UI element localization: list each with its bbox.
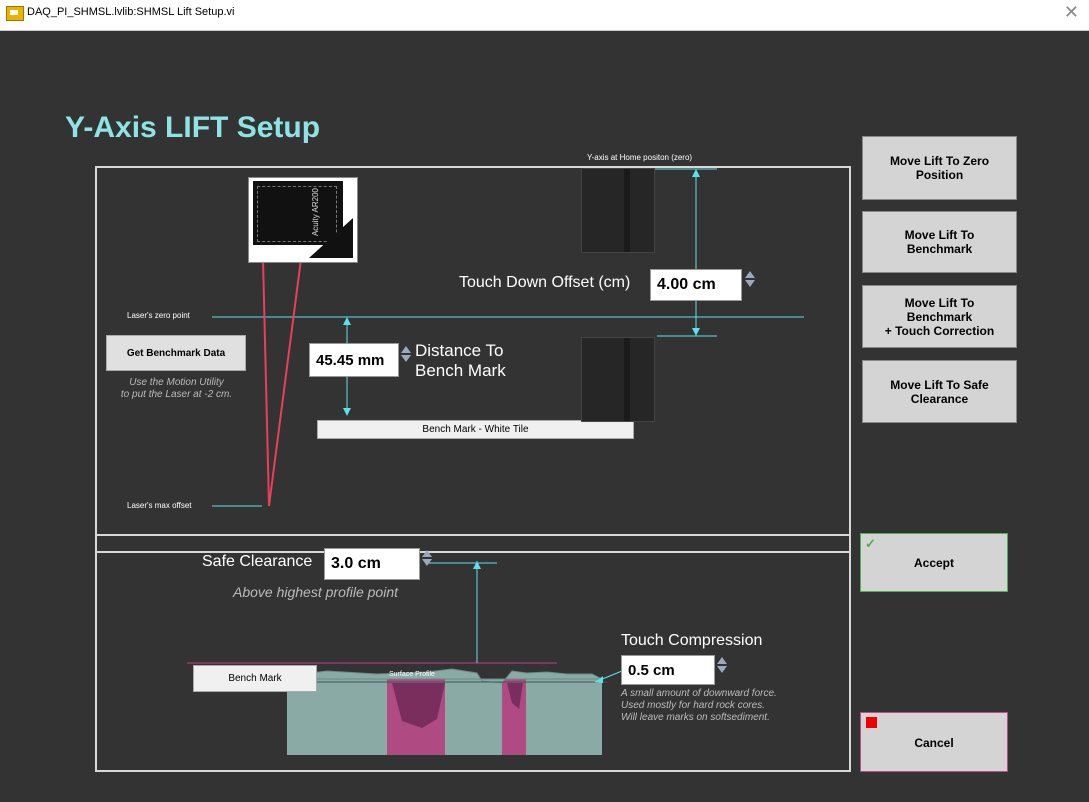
distance-arrow-head-up <box>343 317 351 325</box>
lift-home-stripe <box>624 169 630 252</box>
accept-button[interactable]: ✓ Accept <box>860 533 1008 592</box>
touch-down-field[interactable]: 4.00 cm <box>650 269 742 301</box>
window-titlebar: DAQ_PI_SHMSL.lvlib:SHMSL Lift Setup.vi ✕ <box>0 0 1089 31</box>
touch-down-stepper[interactable] <box>744 271 756 287</box>
touch-compression-stepper[interactable] <box>716 657 728 673</box>
move-to-safe-clearance-button[interactable]: Move Lift To Safe Clearance <box>862 360 1017 423</box>
move-to-zero-button[interactable]: Move Lift To Zero Position <box>862 136 1017 200</box>
stop-icon <box>866 717 877 728</box>
distance-arrow-head-down <box>343 408 351 416</box>
surface-profile-label: Surface Profile <box>389 671 435 678</box>
laser-beam-left <box>262 258 270 507</box>
close-icon[interactable]: ✕ <box>1064 2 1079 22</box>
safe-clearance-note: Above highest profile point <box>233 584 398 600</box>
safe-clearance-stepper[interactable] <box>421 550 433 566</box>
touch-down-label: Touch Down Offset (cm) <box>459 274 631 291</box>
cancel-label: Cancel <box>914 736 954 750</box>
main-panel: Y-Axis LIFT Setup Acuity AR200 Laser's z… <box>7 31 1089 802</box>
get-benchmark-button[interactable]: Get Benchmark Data <box>106 335 246 371</box>
distance-stepper[interactable] <box>400 346 412 362</box>
laser-sensor: Acuity AR200 <box>248 177 358 263</box>
motion-utility-note: Use the Motion Utility to put the Laser … <box>120 377 233 400</box>
checkmark-icon: ✓ <box>865 536 876 551</box>
laser-zero-label: Laser's zero point <box>127 311 190 320</box>
lift-home-block <box>581 168 655 253</box>
lift-touch-stripe <box>624 338 630 421</box>
touch-compression-note: A small amount of downward force. Used m… <box>621 688 777 723</box>
accept-label: Accept <box>913 556 954 570</box>
window-title: DAQ_PI_SHMSL.lvlib:SHMSL Lift Setup.vi <box>27 6 235 18</box>
app-icon <box>6 6 24 21</box>
cancel-button[interactable]: Cancel <box>860 712 1008 772</box>
laser-beam-right <box>268 258 302 507</box>
safe-clearance-field[interactable]: 3.0 cm <box>324 548 420 580</box>
move-to-benchmark-touch-button[interactable]: Move Lift To Benchmark + Touch Correctio… <box>862 285 1017 348</box>
lift-touch-block <box>581 337 655 422</box>
touch-offset-arrow-head-up <box>692 169 700 177</box>
bench-tile-label: Bench Mark - White Tile <box>317 420 634 439</box>
move-to-benchmark-button[interactable]: Move Lift To Benchmark <box>862 211 1017 273</box>
touch-offset-arrow-head-down <box>692 328 700 336</box>
sensor-corner <box>309 218 353 258</box>
distance-field[interactable]: 45.45 mm <box>309 343 399 377</box>
distance-label: Distance To Bench Mark <box>415 341 506 380</box>
touch-compression-label: Touch Compression <box>621 632 763 649</box>
touch-compression-field[interactable]: 0.5 cm <box>621 655 715 685</box>
laser-max-label: Laser's max offset <box>127 501 192 510</box>
home-position-label: Y-axis at Home positon (zero) <box>587 153 693 162</box>
bench-mark-label: Bench Mark <box>193 665 317 692</box>
safe-clearance-label: Safe Clearance <box>202 553 313 570</box>
